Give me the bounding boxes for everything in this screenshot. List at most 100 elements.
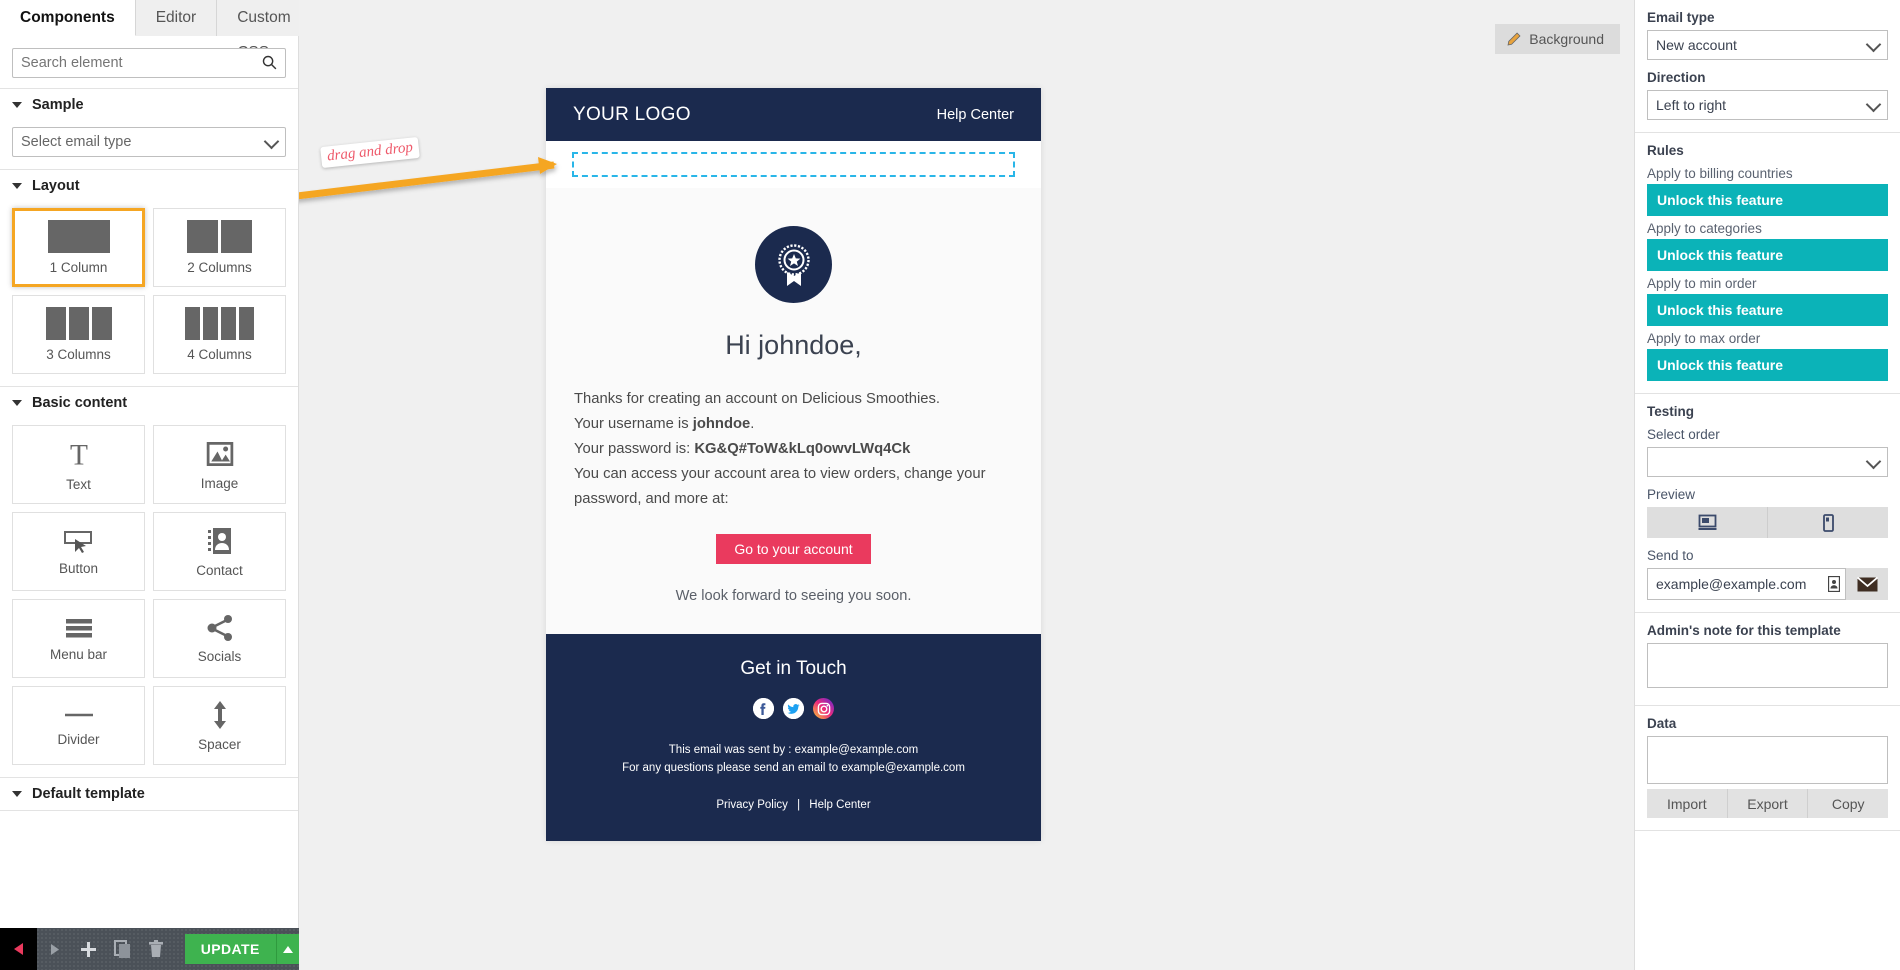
export-button[interactable]: Export xyxy=(1727,789,1809,818)
share-icon xyxy=(207,614,232,641)
send-test-email-button[interactable] xyxy=(1846,568,1888,600)
preview-mobile-button[interactable] xyxy=(1768,507,1888,538)
select-order-label: Select order xyxy=(1647,427,1720,442)
desktop-icon xyxy=(1698,514,1716,530)
layout-item-label: 1 Column xyxy=(49,260,108,275)
content-item-contact[interactable]: Contact xyxy=(153,512,286,591)
help-center-link[interactable]: Help Center xyxy=(809,799,870,811)
content-item-button[interactable]: Button xyxy=(12,512,145,591)
content-item-spacer[interactable]: Spacer xyxy=(153,686,286,765)
facebook-icon[interactable] xyxy=(753,698,774,719)
duplicate-icon xyxy=(113,940,130,958)
testing-block: Testing Select order Preview Send to exa… xyxy=(1635,394,1900,613)
rule-label-billing-countries: Apply to billing countries xyxy=(1647,166,1793,181)
chevron-down-icon xyxy=(12,400,22,406)
email-social-links xyxy=(546,698,1041,719)
contact-card-icon[interactable] xyxy=(1828,576,1840,592)
email-footer: Get in Touch This email was sent by : ex… xyxy=(546,634,1041,841)
content-item-socials[interactable]: Socials xyxy=(153,599,286,678)
content-item-label: Socials xyxy=(197,648,242,664)
password-value: KG&Q#ToW&kLq0owvLWq4Ck xyxy=(694,441,911,457)
layout-item-3-columns[interactable]: 3 Columns xyxy=(12,295,145,374)
send-to-input[interactable] xyxy=(1647,568,1846,600)
email-type-select[interactable]: New account xyxy=(1647,30,1888,60)
content-item-menu-bar[interactable]: Menu bar xyxy=(12,599,145,678)
menu-bar-icon xyxy=(65,618,92,637)
unlock-categories-button[interactable]: Unlock this feature xyxy=(1647,239,1888,271)
section-header-default-template[interactable]: Default template xyxy=(0,777,298,810)
admin-note-textarea[interactable] xyxy=(1647,643,1888,688)
columns-preview-icon xyxy=(45,307,112,340)
select-order-select[interactable] xyxy=(1647,447,1888,477)
section-header-layout[interactable]: Layout xyxy=(0,169,298,202)
direction-select[interactable]: Left to right xyxy=(1647,90,1888,120)
update-options-button[interactable] xyxy=(275,934,299,964)
username-value: johndoe xyxy=(692,416,751,432)
tab-editor[interactable]: Editor xyxy=(135,0,218,36)
select-email-type[interactable]: Select email type xyxy=(12,127,286,157)
update-button[interactable]: UPDATE xyxy=(184,934,276,964)
chevron-down-icon xyxy=(12,183,22,189)
email-paragraph-4: You can access your account area to view… xyxy=(574,466,986,507)
button-icon xyxy=(63,530,92,553)
search-icon xyxy=(262,55,277,70)
username-prefix: Your username is xyxy=(574,416,693,432)
svg-text:T: T xyxy=(70,439,88,469)
unlock-billing-countries-button[interactable]: Unlock this feature xyxy=(1647,184,1888,216)
unlock-max-order-button[interactable]: Unlock this feature xyxy=(1647,349,1888,381)
import-button[interactable]: Import xyxy=(1647,789,1728,818)
collapse-sidebar-button[interactable] xyxy=(0,928,38,970)
layout-item-2-columns[interactable]: 2 Columns xyxy=(153,208,286,287)
tab-components[interactable]: Components xyxy=(0,0,136,36)
add-button[interactable] xyxy=(71,928,105,970)
background-button[interactable]: Background xyxy=(1495,24,1620,54)
email-type-block: Email type New account Direction Left to… xyxy=(1635,0,1900,133)
data-textarea[interactable] xyxy=(1647,736,1888,784)
email-questions: For any questions please send an email t… xyxy=(622,762,965,774)
copy-button[interactable]: Copy xyxy=(1808,789,1889,818)
layout-item-1-column[interactable]: 1 Column xyxy=(12,208,145,287)
data-label: Data xyxy=(1647,716,1677,731)
direction-select-wrap: Left to right xyxy=(1647,90,1888,120)
email-paragraph-2: Your username is johndoe. xyxy=(546,412,1041,437)
duplicate-button[interactable] xyxy=(105,928,139,970)
search-input[interactable] xyxy=(12,48,286,78)
layout-item-4-columns[interactable]: 4 Columns xyxy=(153,295,286,374)
layout-item-label: 2 Columns xyxy=(187,260,252,275)
content-item-label: Button xyxy=(58,560,99,576)
email-type-select-wrap: New account xyxy=(1647,30,1888,60)
section-header-sample[interactable]: Sample xyxy=(0,88,298,121)
section-title-basic-content: Basic content xyxy=(32,395,128,411)
preview-desktop-button[interactable] xyxy=(1647,507,1768,538)
background-button-label: Background xyxy=(1529,31,1604,47)
section-header-basic-content[interactable]: Basic content xyxy=(0,386,298,419)
email-dropzone[interactable] xyxy=(572,152,1015,177)
email-logo: YOUR LOGO xyxy=(573,103,691,125)
email-greeting: Hi johndoe, xyxy=(725,330,862,360)
direction-label: Direction xyxy=(1647,70,1706,85)
delete-button[interactable] xyxy=(139,928,173,970)
password-prefix: Your password is: xyxy=(574,441,695,457)
columns-preview-icon xyxy=(187,220,252,253)
text-icon: T xyxy=(70,439,88,469)
content-item-image[interactable]: Image xyxy=(153,425,286,504)
email-paragraph-3: Your password is: KG&Q#ToW&kLq0owvLWq4Ck xyxy=(546,437,1041,462)
chevron-down-icon xyxy=(12,791,22,797)
content-item-divider[interactable]: Divider xyxy=(12,686,145,765)
email-header: YOUR LOGO Help Center xyxy=(546,88,1041,141)
section-title-sample: Sample xyxy=(32,97,84,113)
send-to-row xyxy=(1647,568,1888,600)
instagram-icon[interactable] xyxy=(813,698,834,719)
tab-custom-css[interactable]: Custom CSS xyxy=(217,0,312,61)
sidebar-tabbar: Components Editor Custom CSS xyxy=(0,0,312,61)
twitter-icon[interactable] xyxy=(783,698,804,719)
email-cta-button[interactable]: Go to your account xyxy=(716,534,871,564)
email-header-help-link[interactable]: Help Center xyxy=(937,107,1014,123)
unlock-min-order-button[interactable]: Unlock this feature xyxy=(1647,294,1888,326)
layout-grid: 1 Column 2 Columns 3 Columns 4 Columns xyxy=(0,202,298,386)
content-item-text[interactable]: T Text xyxy=(12,425,145,504)
components-sidebar: Components Editor Custom CSS Sample Sele… xyxy=(0,0,312,970)
privacy-policy-link[interactable]: Privacy Policy xyxy=(716,799,788,811)
play-button[interactable] xyxy=(37,928,71,970)
pencil-icon xyxy=(1507,32,1521,46)
